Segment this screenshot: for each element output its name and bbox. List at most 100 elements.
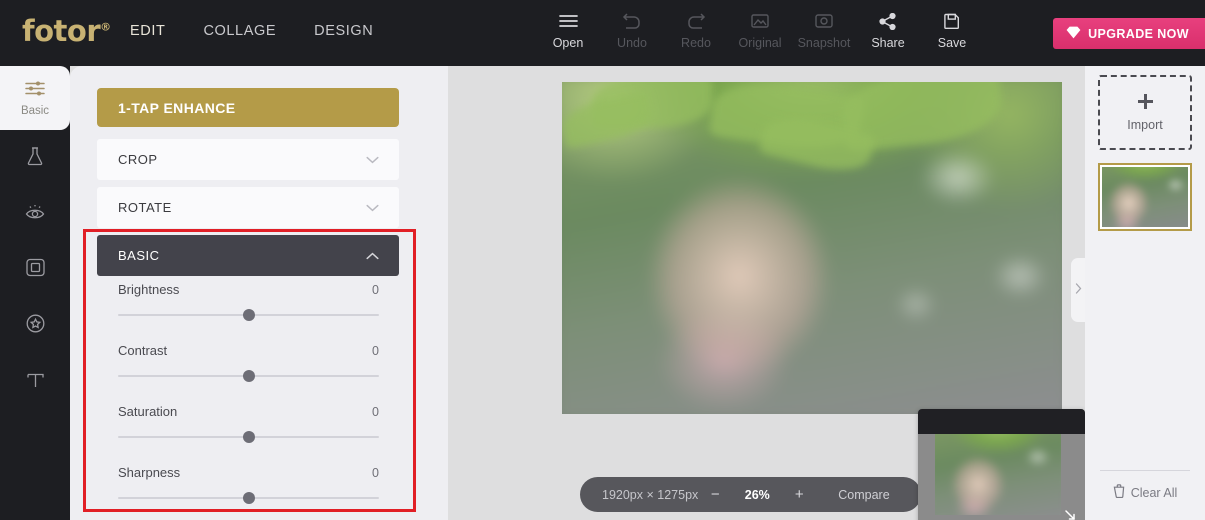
import-label: Import (1127, 118, 1163, 132)
share-label: Share (871, 36, 905, 50)
plus-icon (1136, 93, 1155, 115)
save-button[interactable]: Save (920, 10, 984, 50)
slider-brightness-label: Brightness (118, 282, 180, 297)
accordion-basic[interactable]: BASIC (97, 235, 399, 276)
panel-collapse-handle[interactable] (1071, 258, 1085, 322)
open-button[interactable]: Open (536, 10, 600, 50)
undo-button[interactable]: Undo (600, 10, 664, 50)
slider-saturation-track[interactable] (118, 431, 379, 443)
photo-tray-panel: Import Clear All (1085, 66, 1205, 520)
zoom-in-button[interactable]: + (782, 486, 816, 503)
rail-spacer (0, 410, 70, 520)
slider-brightness-value: 0 (372, 283, 379, 297)
sidebar-item-effects[interactable] (0, 186, 70, 242)
sidebar-item-text[interactable] (0, 354, 70, 410)
canvas-area[interactable]: 1920px × 1275px − 26% + Compare (448, 66, 1085, 520)
resize-handle-icon[interactable] (1059, 504, 1081, 520)
chevron-down-icon (366, 200, 379, 215)
top-bar: fotor® EDIT COLLAGE DESIGN Open Undo Red… (0, 0, 1205, 66)
slider-contrast-label: Contrast (118, 343, 168, 358)
redo-label: Redo (681, 36, 711, 50)
slider-saturation-thumb[interactable] (242, 431, 255, 443)
left-icon-rail: Basic (0, 66, 70, 520)
frame-icon (25, 257, 46, 283)
edited-photo[interactable] (562, 82, 1062, 414)
slider-sharpness-thumb[interactable] (242, 492, 255, 504)
photo-thumbnail-image (1102, 167, 1188, 227)
redo-icon (686, 10, 706, 32)
basic-adjust-sliders: Brightness 0 Contrast 0 Saturation 0 Sha… (97, 282, 399, 520)
one-tap-enhance-button[interactable]: 1-TAP ENHANCE (97, 88, 399, 127)
slider-contrast-value: 0 (372, 344, 379, 358)
slider-sharpness-track[interactable] (118, 492, 379, 504)
save-icon (944, 10, 960, 32)
slider-saturation-label: Saturation (118, 404, 178, 419)
sidebar-item-frames[interactable] (0, 242, 70, 298)
slider-contrast-thumb[interactable] (242, 370, 255, 382)
navigator-header (918, 409, 1085, 434)
nav-item-collage[interactable]: COLLAGE (203, 23, 276, 39)
snapshot-icon (815, 10, 833, 32)
snapshot-label: Snapshot (797, 36, 851, 50)
open-label: Open (552, 36, 584, 50)
menu-icon (558, 10, 578, 32)
navigator-photo-content (935, 434, 1061, 515)
sidebar-item-stickers[interactable] (0, 298, 70, 354)
compare-button[interactable]: Compare (838, 488, 889, 502)
sliders-icon (24, 80, 46, 102)
clear-all-button[interactable]: Clear All (1085, 484, 1205, 501)
image-icon (751, 10, 769, 32)
fotor-photo-editor: fotor® EDIT COLLAGE DESIGN Open Undo Red… (0, 0, 1205, 520)
snapshot-button[interactable]: Snapshot (792, 10, 856, 50)
trash-icon (1113, 484, 1125, 501)
chevron-right-icon (1075, 283, 1082, 297)
tool-bar: Open Undo Redo Original Snapshot Share S… (536, 10, 984, 50)
sidebar-item-beauty[interactable] (0, 130, 70, 186)
redo-button[interactable]: Redo (664, 10, 728, 50)
accordion-basic-label: BASIC (118, 248, 160, 263)
sticker-icon (25, 313, 46, 339)
nav-item-edit[interactable]: EDIT (130, 23, 165, 39)
eye-icon (24, 202, 47, 227)
undo-label: Undo (617, 36, 647, 50)
edit-panel: 1-TAP ENHANCE CROP ROTATE BASIC Brightne… (70, 66, 448, 520)
navigator-panel[interactable] (918, 409, 1085, 520)
app-logo[interactable]: fotor® (22, 14, 111, 48)
primary-nav: EDIT COLLAGE DESIGN (130, 23, 373, 39)
photo-thumbnail[interactable] (1098, 163, 1192, 231)
import-button[interactable]: Import (1098, 75, 1192, 150)
save-label: Save (937, 36, 967, 50)
share-button[interactable]: Share (856, 10, 920, 50)
slider-sharpness: Sharpness 0 (97, 465, 399, 504)
original-label: Original (738, 36, 782, 50)
slider-sharpness-value: 0 (372, 466, 379, 480)
nav-item-design[interactable]: DESIGN (314, 23, 373, 39)
sidebar-item-basic[interactable]: Basic (0, 66, 70, 130)
slider-saturation-value: 0 (372, 405, 379, 419)
flask-icon (24, 145, 46, 172)
sidebar-item-basic-label: Basic (20, 104, 50, 117)
registered-mark: ® (100, 20, 111, 34)
slider-brightness: Brightness 0 (97, 282, 399, 321)
tray-divider (1100, 470, 1190, 471)
accordion-crop-label: CROP (118, 152, 158, 167)
original-button[interactable]: Original (728, 10, 792, 50)
clear-all-label: Clear All (1130, 485, 1178, 500)
diamond-icon (1066, 26, 1081, 42)
zoom-level[interactable]: 26% (732, 488, 782, 502)
chevron-down-icon (366, 152, 379, 167)
undo-icon (622, 10, 642, 32)
slider-brightness-track[interactable] (118, 309, 379, 321)
zoom-out-button[interactable]: − (698, 486, 732, 503)
zoom-toolbar: 1920px × 1275px − 26% + Compare (580, 477, 921, 512)
share-icon (879, 10, 897, 32)
logo-text: fotor (22, 14, 101, 48)
navigator-preview[interactable] (935, 434, 1061, 515)
text-icon (25, 370, 46, 395)
accordion-crop[interactable]: CROP (97, 139, 399, 180)
slider-contrast-track[interactable] (118, 370, 379, 382)
upgrade-now-button[interactable]: UPGRADE NOW (1053, 18, 1205, 49)
slider-brightness-thumb[interactable] (242, 309, 255, 321)
accordion-rotate[interactable]: ROTATE (97, 187, 399, 228)
upgrade-label: UPGRADE NOW (1088, 26, 1189, 41)
